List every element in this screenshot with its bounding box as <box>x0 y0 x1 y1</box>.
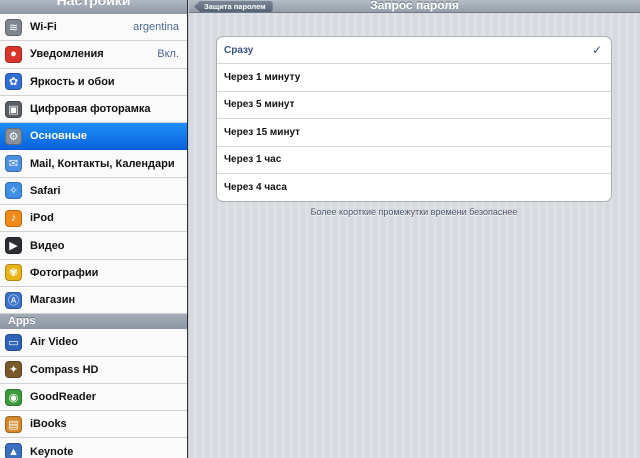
sidebar-item-9[interactable]: ▶ Видео <box>0 232 187 260</box>
app-item-label: iBooks <box>30 418 67 431</box>
sidebar-item-label: Магазин <box>30 294 76 307</box>
apps-section-header: Apps <box>0 314 187 330</box>
sidebar-item-label: iPod <box>30 212 54 225</box>
photos-sunflower-icon: ✾ <box>5 264 22 282</box>
sidebar-list: ≋ Wi-Fi argentina ● Уведомления Вкл. ✿ Яркость … <box>0 14 187 315</box>
sidebar-item-label: Фотографии <box>30 266 99 279</box>
sidebar-item-3[interactable]: ✿ Яркость и обои <box>0 68 187 96</box>
detail-pane: Защита паролем Запрос пароля Сразу ✓ Через… <box>189 0 640 458</box>
sidebar-item-value: Вкл. <box>157 48 179 61</box>
option-label: Через 4 часа <box>224 182 287 194</box>
option-label: Через 15 минут <box>224 126 301 138</box>
sidebar-item-value: argentina <box>133 21 179 34</box>
goodreader-icon: ◉ <box>5 388 22 406</box>
sidebar-item-6[interactable]: ✉ Mail, Контакты, Календари <box>0 150 187 178</box>
apps-list: ▭ Air Video ✦ Compass HD ◉ GoodReader ▤ iBooks ▲… <box>0 329 187 458</box>
sidebar-item-5[interactable]: ⚙ Основные <box>0 123 187 151</box>
app-item-2[interactable]: ✦ Compass HD <box>0 356 187 384</box>
app-item-label: Keynote <box>30 445 74 458</box>
app-item-5[interactable]: ▲ Keynote <box>0 438 187 458</box>
sidebar-header: Настройки <box>0 0 187 14</box>
app-item-label: GoodReader <box>30 391 97 403</box>
video-icon: ▶ <box>5 237 22 255</box>
sidebar: Настройки ≋ Wi-Fi argentina ● Уведомления Вкл… <box>0 0 188 458</box>
sidebar-item-label: Яркость и обои <box>30 75 115 88</box>
ipod-music-icon: ♪ <box>5 209 22 227</box>
sidebar-item-2[interactable]: ● Уведомления Вкл. <box>0 41 187 69</box>
compass-hd-icon: ✦ <box>5 361 22 379</box>
keynote-icon: ▲ <box>5 443 22 458</box>
app-item-label: Compass HD <box>30 363 99 376</box>
air-video-icon: ▭ <box>5 333 22 351</box>
store-icon: Ⓐ <box>5 291 22 309</box>
option-row-2[interactable]: Через 1 минуту <box>217 64 611 92</box>
navigation-bar: Защита паролем Запрос пароля <box>189 0 640 13</box>
sidebar-item-label: Уведомления <box>30 48 104 61</box>
sidebar-item-7[interactable]: ✧ Safari <box>0 177 187 206</box>
option-label: Через 1 час <box>224 154 282 166</box>
option-row-1[interactable]: Сразу ✓ <box>217 37 611 65</box>
wifi-icon: ≋ <box>5 18 22 36</box>
app-item-4[interactable]: ▤ iBooks <box>0 411 187 439</box>
sidebar-item-label: Видео <box>30 239 65 252</box>
app-item-1[interactable]: ▭ Air Video <box>0 329 187 357</box>
option-row-6[interactable]: Через 4 часа <box>217 174 611 201</box>
option-row-5[interactable]: Через 1 час <box>217 147 611 174</box>
app-item-3[interactable]: ◉ GoodReader <box>0 383 187 412</box>
app-item-label: Air Video <box>30 336 79 349</box>
general-gear-icon: ⚙ <box>5 127 22 145</box>
sidebar-item-label: Основные <box>30 130 87 143</box>
ibooks-icon: ▤ <box>5 415 22 433</box>
sidebar-item-label: Wi-Fi <box>30 21 57 34</box>
page-title: Запрос пароля <box>370 0 459 12</box>
option-label: Сразу <box>224 44 254 56</box>
sidebar-item-8[interactable]: ♪ iPod <box>0 205 187 233</box>
safari-compass-icon: ✧ <box>5 182 22 200</box>
sidebar-item-label: Safari <box>30 184 61 197</box>
sidebar-item-10[interactable]: ✾ Фотографии <box>0 259 187 287</box>
options-group: Сразу ✓ Через 1 минуту Через 5 минут Через 1… <box>216 36 612 203</box>
footer-note: Более короткие промежутки времени безопа… <box>310 207 518 217</box>
sidebar-item-label: Цифровая фоторамка <box>30 103 151 116</box>
sidebar-item-1[interactable]: ≋ Wi-Fi argentina <box>0 14 187 42</box>
sidebar-title: Настройки <box>56 0 131 8</box>
sidebar-item-11[interactable]: Ⓐ Магазин <box>0 286 187 315</box>
checkmark-icon: ✓ <box>591 43 602 58</box>
photo-frame-icon: ▣ <box>5 100 22 118</box>
notifications-icon: ● <box>5 45 22 63</box>
option-row-3[interactable]: Через 5 минут <box>217 92 611 120</box>
mail-icon: ✉ <box>5 155 22 173</box>
brightness-icon: ✿ <box>5 73 22 91</box>
sidebar-item-label: Mail, Контакты, Календари <box>30 157 175 170</box>
sidebar-item-4[interactable]: ▣ Цифровая фоторамка <box>0 95 187 124</box>
option-row-4[interactable]: Через 15 минут <box>217 119 611 147</box>
option-label: Через 1 минуту <box>224 72 301 84</box>
option-label: Через 5 минут <box>224 99 295 111</box>
